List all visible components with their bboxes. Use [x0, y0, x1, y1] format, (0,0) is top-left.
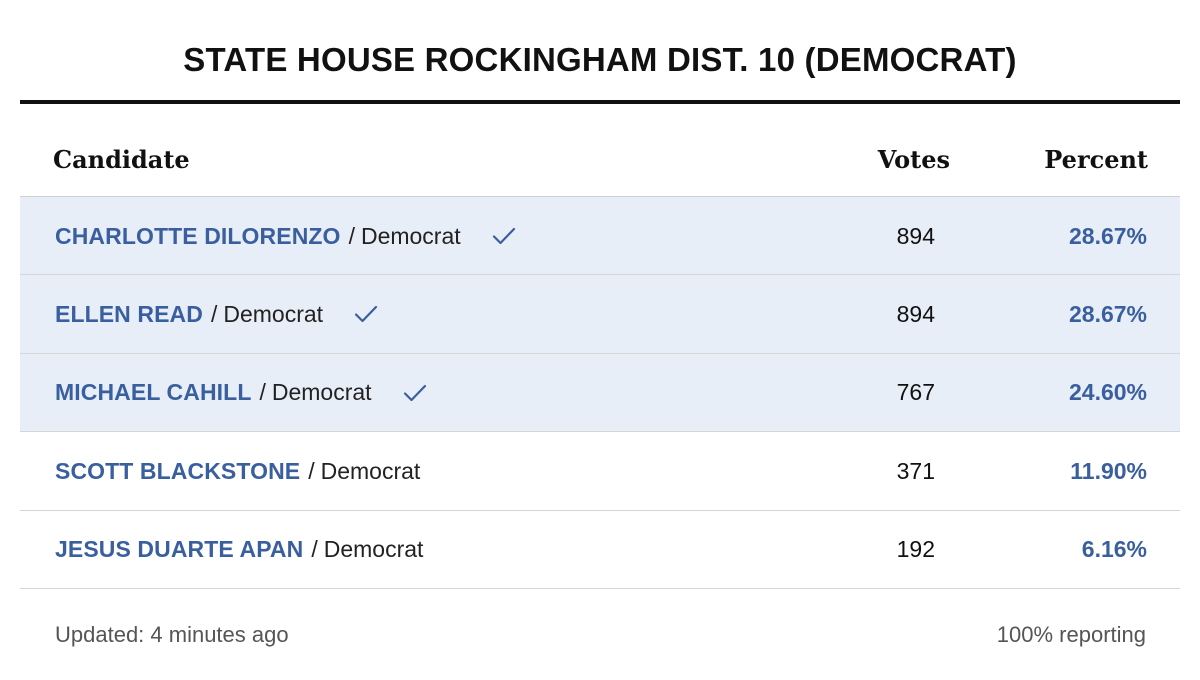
party-separator: /	[311, 536, 318, 563]
candidate-name: CHARLOTTE DILORENZO	[55, 222, 341, 249]
candidate-cell: ELLEN READ / Democrat	[55, 275, 379, 353]
votes-cell: 192	[896, 536, 935, 563]
reporting-status: 100% reporting	[996, 622, 1146, 647]
candidate-cell: CHARLOTTE DILORENZO / Democrat	[55, 197, 517, 275]
candidate-name: MICHAEL CAHILL	[55, 379, 252, 406]
results-table-body: CHARLOTTE DILORENZO / Democrat 894 28.67…	[20, 197, 1180, 589]
candidate-cell: JESUS DUARTE APAN / Democrat	[55, 511, 423, 589]
check-icon	[492, 227, 515, 245]
candidate-name: JESUS DUARTE APAN	[55, 536, 304, 563]
party-separator: /	[210, 300, 218, 327]
table-row: CHARLOTTE DILORENZO / Democrat 894 28.67…	[20, 197, 1180, 276]
table-row: JESUS DUARTE APAN / Democrat 192 6.16%	[20, 511, 1180, 589]
table-row: ELLEN READ / Democrat 894 28.67%	[20, 275, 1180, 354]
table-row: MICHAEL CAHILL / Democrat 767 24.60%	[20, 353, 1180, 433]
percent-cell: 6.16%	[1081, 536, 1147, 563]
candidate-party: Democrat	[360, 222, 461, 249]
candidate-cell: MICHAEL CAHILL / Democrat	[55, 354, 428, 432]
votes-cell: 371	[896, 457, 935, 484]
candidate-party: Democrat	[223, 300, 324, 327]
votes-cell: 767	[896, 379, 935, 406]
updated-timestamp: Updated: 4 minutes ago	[55, 622, 289, 647]
candidate-party: Democrat	[320, 457, 421, 484]
percent-cell: 28.67%	[1068, 222, 1147, 249]
votes-cell: 894	[896, 300, 935, 327]
party-separator: /	[259, 379, 266, 406]
percent-cell: 24.60%	[1068, 379, 1147, 406]
percent-cell: 28.67%	[1068, 300, 1147, 327]
column-header-votes: Votes	[877, 145, 950, 174]
candidate-name: ELLEN READ	[55, 300, 203, 327]
party-separator: /	[348, 222, 355, 249]
column-header-percent: Percent	[1044, 145, 1148, 174]
candidate-cell: SCOTT BLACKSTONE / Democrat	[55, 432, 420, 510]
candidate-party: Democrat	[323, 536, 424, 563]
check-icon	[354, 306, 378, 323]
candidate-party: Democrat	[271, 379, 372, 406]
candidate-name: SCOTT BLACKSTONE	[55, 457, 301, 484]
percent-cell: 11.90%	[1070, 457, 1147, 484]
party-separator: /	[308, 457, 315, 484]
table-row: SCOTT BLACKSTONE / Democrat 371 11.90%	[20, 432, 1180, 511]
votes-cell: 894	[896, 222, 935, 249]
page-title: STATE HOUSE ROCKINGHAM DIST. 10 (DEMOCRA…	[183, 41, 1017, 78]
check-icon	[403, 384, 426, 401]
column-header-candidate: Candidate	[53, 145, 190, 174]
results-table-header: Candidate Votes Percent	[20, 104, 1180, 197]
